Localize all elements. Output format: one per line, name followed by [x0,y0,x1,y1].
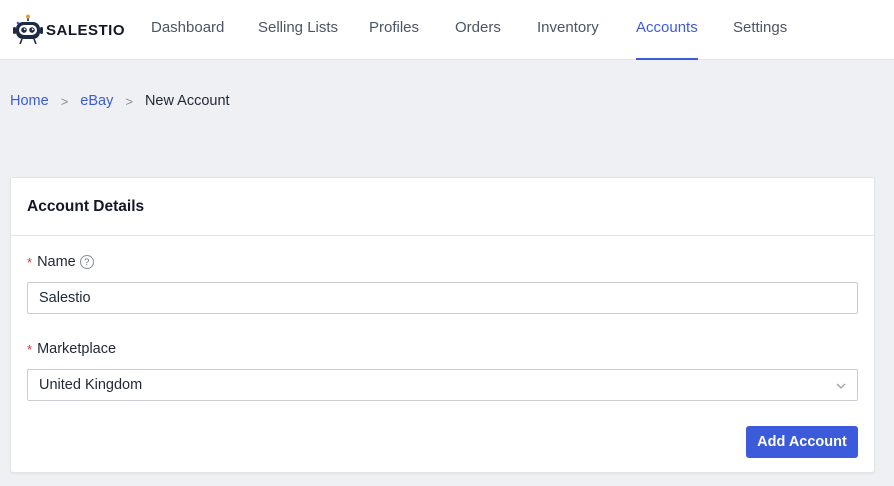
add-account-button[interactable]: Add Account [746,426,858,458]
card-title: Account Details [27,197,145,215]
nav-dashboard[interactable]: Dashboard [151,0,224,60]
marketplace-field-label: * Marketplace [27,341,116,357]
marketplace-selected-value: United Kingdom [39,377,143,393]
required-asterisk: * [27,254,33,270]
required-asterisk: * [27,341,33,357]
brand-name: SALESTIO [46,21,126,39]
brand-logo[interactable]: SALESTIO [12,12,125,48]
nav-inventory[interactable]: Inventory [537,0,599,60]
nav-settings[interactable]: Settings [733,0,787,60]
nav-profiles[interactable]: Profiles [369,0,419,60]
marketplace-select[interactable]: United Kingdom [27,369,858,401]
robot-logo-icon [13,14,43,45]
breadcrumb-ebay-link[interactable]: eBay [80,93,113,109]
breadcrumb-separator: > [60,93,69,109]
question-circle-icon[interactable]: ? [79,255,94,269]
chevron-down-icon [836,383,846,389]
breadcrumb: Home > eBay > New Account [10,93,230,109]
marketplace-label-text: Marketplace [37,341,117,357]
card-header: Account Details [11,178,874,236]
nav-selling-lists[interactable]: Selling Lists [258,0,338,60]
breadcrumb-current: New Account [144,93,230,109]
account-details-card: Account Details * Name ? Salestio * Mark… [10,177,875,473]
breadcrumb-separator: > [125,93,133,109]
nav-orders[interactable]: Orders [455,0,501,60]
breadcrumb-home-link[interactable]: Home [10,93,49,109]
name-input[interactable]: Salestio [27,282,858,314]
nav-accounts[interactable]: Accounts [636,0,698,60]
name-label-text: Name [37,254,76,270]
name-field-label: * Name ? [27,254,94,270]
top-navigation-bar: SALESTIO Dashboard Selling Lists Profile… [0,0,894,60]
name-input-value: Salestio [39,290,91,306]
